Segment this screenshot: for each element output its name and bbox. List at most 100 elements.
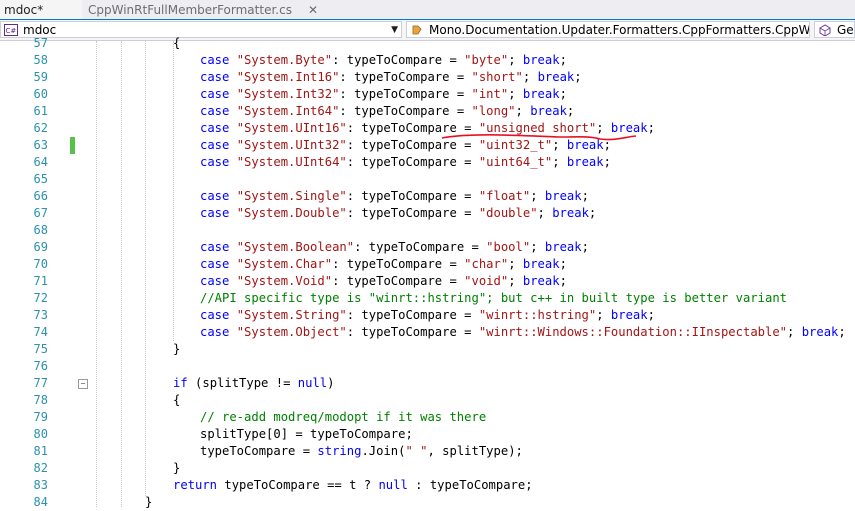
- tab-label: mdoc*: [4, 3, 44, 17]
- code-token: : typeToCompare =: [346, 308, 479, 322]
- code-token: ;: [537, 206, 553, 220]
- line-number: 63: [33, 138, 48, 152]
- line-number: 59: [33, 70, 48, 84]
- code-editor[interactable]: 57{58 case "System.Byte": typeToCompare =…: [0, 36, 855, 509]
- code-line: case "System.Boolean": typeToCompare = "…: [200, 239, 589, 256]
- code-token: ;: [559, 257, 567, 271]
- keyword-token: break: [544, 189, 582, 203]
- code-token: : typeToCompare =: [346, 189, 479, 203]
- comment-token: //API specific type is "winrt::hstring";…: [200, 291, 787, 305]
- code-token: : typeToCompare =: [346, 206, 479, 220]
- type-dropdown[interactable]: Mono.Documentation.Updater.Formatters.Cp…: [406, 21, 810, 38]
- string-token: " ": [405, 444, 428, 458]
- code-line: {: [173, 392, 180, 409]
- string-token: "System.UInt64": [236, 155, 347, 169]
- code-line: typeToCompare = string.Join(" ", splitTy…: [200, 443, 523, 460]
- code-token: : typeToCompare =: [346, 155, 479, 169]
- line-number: 69: [33, 240, 48, 254]
- tab-mdoc[interactable]: mdoc*: [0, 0, 82, 20]
- code-token: : typeToCompare =: [339, 104, 472, 118]
- code-line: splitType[0] = typeToCompare;: [200, 426, 413, 443]
- code-token: : typeToCompare =: [346, 325, 479, 339]
- string-token: "System.String": [236, 308, 347, 322]
- indent-guide: [96, 41, 97, 507]
- member-dropdown[interactable]: Get: [814, 21, 855, 38]
- code-line: return typeToCompare == t ? null : typeT…: [173, 477, 533, 494]
- member-name: Get: [837, 23, 854, 37]
- keyword-token: case: [200, 325, 237, 339]
- keyword-token: case: [200, 121, 237, 135]
- keyword-token: if: [173, 376, 188, 390]
- code-token: : typeToCompare =: [354, 240, 487, 254]
- line-number: 73: [33, 308, 48, 322]
- code-token: ;: [603, 155, 611, 169]
- code-token: ;: [522, 70, 538, 84]
- code-token: ;: [508, 257, 523, 271]
- string-token: "System.Int64": [236, 104, 340, 118]
- tab-cppwinrtfullmemberformatter[interactable]: CppWinRtFullMemberFormatter.cs ✕: [84, 0, 318, 20]
- code-token: ;: [508, 274, 523, 288]
- line-number: 83: [33, 478, 48, 492]
- close-icon[interactable]: ✕: [308, 0, 318, 20]
- code-token: ;: [508, 53, 523, 67]
- keyword-token: break: [552, 206, 589, 220]
- code-token: ): [327, 376, 335, 390]
- string-token: "System.UInt16": [236, 121, 347, 135]
- string-token: "char": [464, 257, 509, 271]
- code-line: case "System.Char": typeToCompare = "cha…: [200, 256, 567, 273]
- project-dropdown[interactable]: C# mdoc ▼: [0, 21, 402, 38]
- code-line: case "System.Byte": typeToCompare = "byt…: [200, 52, 567, 69]
- string-token: "System.Boolean": [236, 240, 355, 254]
- code-line: case "System.Void": typeToCompare = "voi…: [200, 273, 567, 290]
- keyword-token: case: [200, 274, 237, 288]
- comment-token: // re-add modreq/modopt if it was there: [200, 410, 487, 424]
- keyword-token: break: [522, 53, 560, 67]
- string-token: "float": [478, 189, 531, 203]
- keyword-token: null: [297, 376, 328, 390]
- string-token: "System.Byte": [236, 53, 333, 67]
- string-token: "long": [471, 104, 516, 118]
- line-number: 82: [33, 461, 48, 475]
- code-token: ;: [574, 70, 582, 84]
- line-number: 75: [33, 342, 48, 356]
- string-token: "int": [471, 87, 509, 101]
- document-tab-bar: mdoc* CppWinRtFullMemberFormatter.cs ✕: [0, 0, 855, 20]
- code-line: case "System.Int64": typeToCompare = "lo…: [200, 103, 574, 120]
- line-number: 81: [33, 444, 48, 458]
- keyword-token: case: [200, 308, 237, 322]
- string-token: "short": [471, 70, 523, 84]
- class-icon: [412, 25, 422, 35]
- keyword-token: break: [566, 155, 604, 169]
- change-marker: [70, 137, 75, 154]
- string-token: "System.Char": [236, 257, 333, 271]
- line-number: 77: [33, 376, 48, 390]
- code-token: }: [173, 461, 181, 475]
- string-token: "System.UInt32": [236, 138, 347, 152]
- keyword-token: break: [544, 240, 582, 254]
- code-line: case "System.Object": typeToCompare = "w…: [200, 324, 846, 341]
- code-token: ;: [559, 53, 567, 67]
- line-number: 71: [33, 274, 48, 288]
- keyword-token: case: [200, 206, 237, 220]
- code-token: ;: [581, 189, 589, 203]
- string-token: "System.Int16": [236, 70, 340, 84]
- code-line: case "System.Int16": typeToCompare = "sh…: [200, 69, 582, 86]
- string-token: "System.Void": [236, 274, 333, 288]
- code-token: splitType[0] = typeToCompare;: [200, 427, 413, 441]
- code-token: }: [173, 342, 181, 356]
- indent-guide: [121, 41, 122, 507]
- code-line: if (splitType != null): [173, 375, 334, 392]
- code-token: ;: [787, 325, 802, 339]
- line-number: 84: [33, 495, 48, 509]
- line-number: 62: [33, 121, 48, 135]
- keyword-token: case: [200, 257, 237, 271]
- code-token: ;: [581, 240, 589, 254]
- line-number: 65: [33, 172, 48, 186]
- keyword-token: case: [200, 70, 237, 84]
- collapse-icon[interactable]: −: [78, 379, 88, 389]
- string-token: "winrt::Windows::Foundation::IInspectabl…: [478, 325, 788, 339]
- method-icon: [819, 24, 831, 36]
- line-number: 79: [33, 410, 48, 424]
- code-token: : typeToCompare =: [332, 274, 465, 288]
- keyword-token: case: [200, 189, 237, 203]
